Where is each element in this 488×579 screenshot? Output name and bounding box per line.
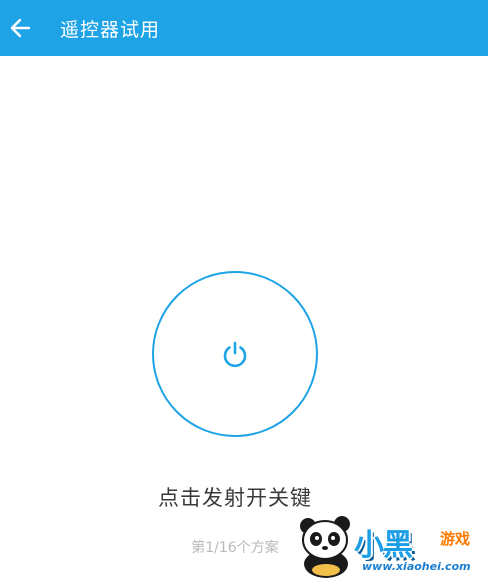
watermark-brand: 小黑 bbox=[354, 528, 413, 563]
arrow-left-icon bbox=[10, 18, 31, 38]
page-title: 遥控器试用 bbox=[60, 18, 161, 41]
instruction-text: 点击发射开关键 bbox=[158, 486, 312, 510]
panda-mascot-icon bbox=[300, 516, 350, 578]
power-icon bbox=[223, 341, 247, 368]
power-button[interactable] bbox=[152, 271, 318, 437]
watermark-sub: 游戏 bbox=[440, 530, 471, 548]
app-bar: 遥控器试用 bbox=[0, 0, 488, 56]
back-button[interactable] bbox=[2, 0, 38, 56]
watermark-logo: 小黑 游戏 www.xiaohei.com bbox=[292, 512, 488, 579]
watermark-url: www.xiaohei.com bbox=[362, 560, 471, 573]
